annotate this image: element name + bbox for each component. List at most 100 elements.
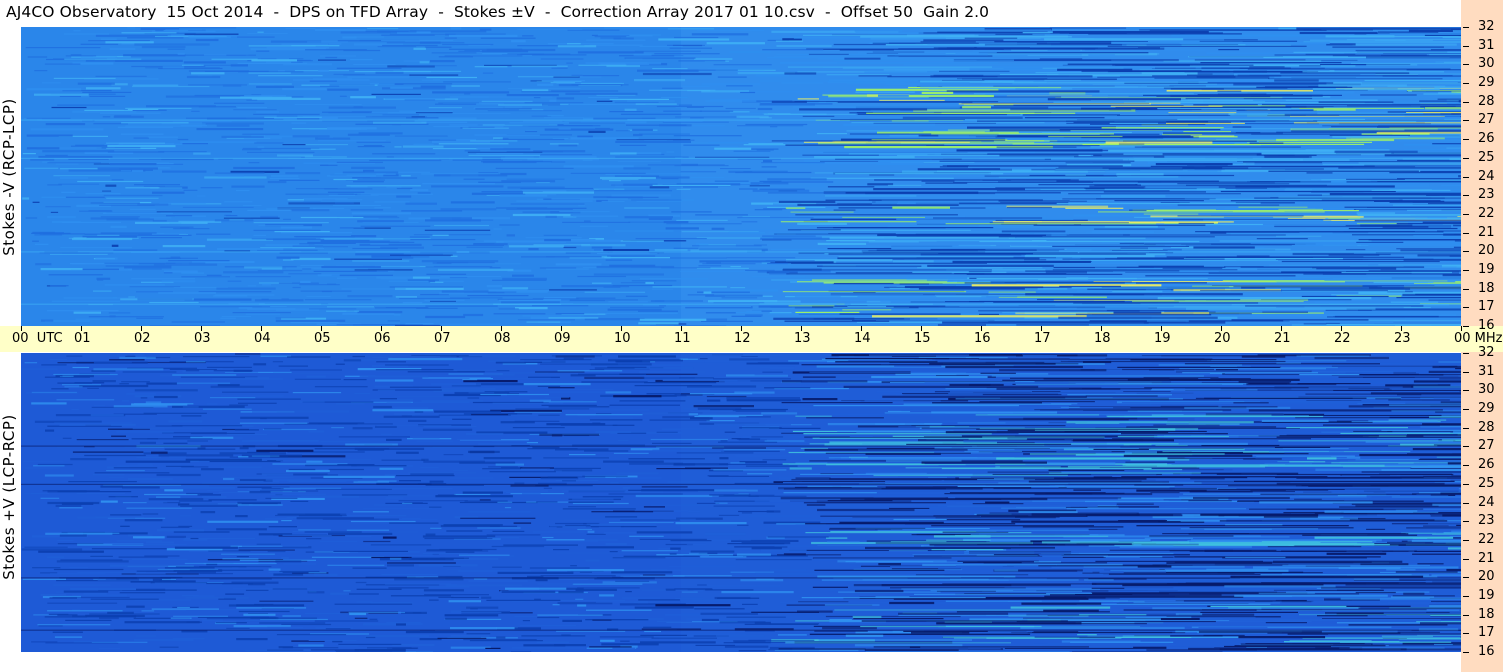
signal-streak <box>764 440 805 442</box>
signal-streak <box>350 59 373 61</box>
signal-streak <box>735 171 812 174</box>
signal-streak <box>221 553 275 555</box>
signal-streak <box>717 384 773 386</box>
signal-streak <box>1144 601 1256 603</box>
signal-streak <box>21 548 83 551</box>
signal-streak <box>64 386 83 388</box>
signal-streak <box>577 528 592 531</box>
signal-streak <box>104 262 176 264</box>
signal-streak <box>253 363 267 366</box>
signal-streak <box>117 126 174 128</box>
signal-streak <box>561 634 571 636</box>
signal-streak <box>510 651 532 652</box>
signal-streak <box>692 125 725 127</box>
signal-streak <box>515 307 548 310</box>
signal-streak <box>236 556 249 558</box>
signal-streak <box>233 109 277 111</box>
signal-streak <box>424 594 489 596</box>
signal-streak <box>999 154 1079 157</box>
signal-streak <box>360 225 431 227</box>
signal-streak <box>393 314 401 316</box>
signal-streak <box>425 315 466 319</box>
signal-streak <box>156 211 232 213</box>
signal-streak <box>1052 31 1209 34</box>
signal-streak <box>871 139 1008 141</box>
signal-streak <box>1145 186 1219 189</box>
signal-streak <box>609 551 618 553</box>
signal-streak <box>1361 133 1430 135</box>
signal-streak <box>1333 106 1421 108</box>
signal-streak <box>512 213 571 217</box>
signal-streak <box>707 475 729 477</box>
signal-streak <box>452 159 503 161</box>
signal-streak <box>1200 289 1388 292</box>
signal-streak <box>786 273 985 275</box>
signal-streak <box>300 216 364 219</box>
signal-streak <box>612 647 636 650</box>
signal-streak <box>246 99 258 101</box>
signal-streak <box>372 409 434 412</box>
signal-streak <box>543 457 609 459</box>
signal-streak <box>595 127 610 130</box>
signal-streak <box>52 631 83 633</box>
signal-streak <box>406 65 457 67</box>
signal-streak <box>726 397 800 399</box>
signal-streak <box>280 232 352 234</box>
signal-streak <box>182 64 204 66</box>
signal-streak <box>1113 311 1162 314</box>
signal-streak <box>213 295 248 297</box>
signal-streak <box>639 278 708 280</box>
signal-streak <box>543 585 582 587</box>
signal-streak <box>1055 485 1175 487</box>
signal-streak <box>405 323 434 325</box>
signal-streak <box>191 72 225 75</box>
signal-streak <box>745 425 771 427</box>
signal-streak <box>860 35 1068 38</box>
signal-streak <box>1294 498 1322 500</box>
signal-streak <box>289 58 304 60</box>
signal-streak <box>35 263 52 266</box>
signal-streak <box>125 355 136 357</box>
signal-streak <box>453 470 469 472</box>
signal-streak <box>1192 432 1353 434</box>
signal-streak <box>480 37 536 39</box>
signal-streak <box>1093 448 1149 450</box>
signal-streak <box>803 141 970 143</box>
signal-streak <box>119 268 133 271</box>
signal-streak <box>833 59 1014 61</box>
signal-streak <box>614 230 674 232</box>
signal-streak <box>1193 136 1238 138</box>
signal-streak <box>388 495 433 497</box>
signal-streak <box>889 135 998 137</box>
signal-streak <box>931 549 1004 551</box>
signal-streak <box>599 594 615 597</box>
signal-streak <box>837 560 947 563</box>
signal-streak <box>544 239 571 242</box>
signal-streak <box>135 635 157 637</box>
signal-streak <box>926 539 991 541</box>
signal-streak <box>196 233 231 235</box>
signal-streak <box>352 511 389 513</box>
signal-streak <box>1261 166 1416 168</box>
signal-streak <box>1046 592 1093 594</box>
signal-streak <box>1186 184 1327 186</box>
signal-streak <box>486 285 502 288</box>
signal-streak <box>102 212 173 214</box>
signal-streak <box>462 379 478 381</box>
signal-streak <box>532 305 589 307</box>
station-line <box>21 157 1461 159</box>
signal-streak <box>392 407 429 410</box>
signal-streak <box>207 520 279 523</box>
signal-streak <box>264 428 282 430</box>
signal-streak <box>773 185 825 187</box>
signal-streak <box>171 425 243 427</box>
signal-streak <box>698 265 722 267</box>
signal-streak <box>1344 498 1370 501</box>
signal-streak <box>365 636 376 639</box>
signal-streak <box>1217 394 1257 397</box>
signal-streak <box>882 395 1087 398</box>
signal-streak <box>577 275 626 278</box>
signal-streak <box>1258 592 1315 594</box>
signal-streak <box>42 427 94 429</box>
signal-streak <box>421 121 468 123</box>
